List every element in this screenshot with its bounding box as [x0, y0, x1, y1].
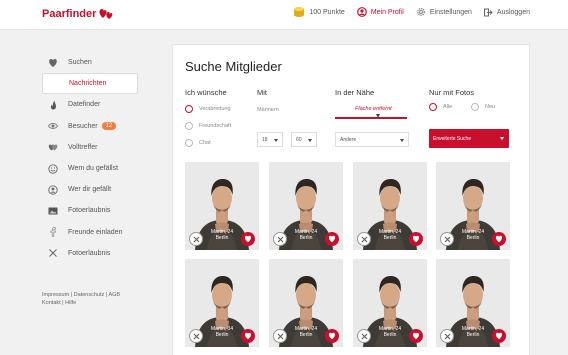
- sidebar-item-datefinder[interactable]: Datefinder: [42, 94, 138, 115]
- heart-icon: [412, 235, 420, 243]
- member-card[interactable]: Martin, 24 Berlin: [436, 162, 510, 250]
- footer-links-line2[interactable]: Kontakt | Hilfe: [42, 299, 142, 307]
- radio-dot[interactable]: [471, 103, 479, 111]
- chevron-down-icon: [308, 139, 312, 142]
- filter-mit-label: Mit: [257, 88, 267, 97]
- heart-icon: [49, 58, 57, 67]
- like-button[interactable]: [492, 232, 506, 246]
- like-button[interactable]: [241, 232, 255, 246]
- logout-icon: [483, 8, 493, 16]
- x-icon: [49, 249, 57, 258]
- logout-link[interactable]: Ausloggen: [483, 8, 530, 17]
- logo-text[interactable]: Paarfinder: [42, 8, 96, 20]
- settings-label: Einstellungen: [429, 8, 472, 16]
- member-card[interactable]: Martin, 24 Berlin: [353, 162, 427, 250]
- heart-icon: [244, 332, 252, 340]
- page-title: Suche Mitglieder: [185, 59, 282, 74]
- member-card[interactable]: Martin, 24 Berlin: [353, 259, 427, 347]
- radio-verabredung[interactable]: Verabredung: [185, 105, 231, 113]
- heart-icon: [495, 332, 503, 340]
- image-icon: [48, 207, 58, 215]
- member-card[interactable]: Martin, 24 Berlin: [436, 259, 510, 347]
- profile-link[interactable]: Mein Profil: [356, 7, 404, 17]
- radio-neu[interactable]: Neu: [471, 103, 495, 111]
- chevron-down-icon: [400, 139, 404, 142]
- like-button[interactable]: [409, 329, 423, 343]
- heart-icon: [244, 235, 252, 243]
- coins-icon: [294, 7, 305, 17]
- sidebar-item-freunde-einladen[interactable]: Freunde einladen: [42, 222, 138, 243]
- user-circle-icon: [356, 7, 367, 17]
- sidebar: Suchen Nachrichten Datefinder Besucher 1…: [42, 52, 138, 264]
- sidebar-item-wem-du-gefaellst[interactable]: Wem du gefällst: [42, 158, 138, 179]
- chevron-down-icon: [500, 137, 504, 140]
- footer-links-line1[interactable]: Impressum | Datenschutz | AGB: [42, 291, 142, 299]
- heart-icon: [328, 235, 336, 243]
- visitor-count-badge: 12: [101, 122, 117, 131]
- age-to-select[interactable]: 60: [291, 132, 317, 147]
- sidebar-item-fotoerlaubnis-2[interactable]: Fotoerlaubnis: [42, 243, 138, 264]
- like-button[interactable]: [492, 329, 506, 343]
- sidebar-item-wer-dir-gefaellt[interactable]: Wer dir gefällt: [42, 179, 138, 200]
- top-nav: 100 Punkte Mein Profil Einstellungen Aus…: [281, 6, 530, 18]
- radio-dot[interactable]: [185, 139, 193, 147]
- like-button[interactable]: [409, 232, 423, 246]
- sidebar-item-suchen[interactable]: Suchen: [42, 52, 138, 73]
- radio-freundschaft[interactable]: Freundschaft: [185, 122, 231, 130]
- sidebar-item-nachrichten[interactable]: Nachrichten: [42, 73, 138, 95]
- heart-icon: [328, 332, 336, 340]
- member-card[interactable]: Martin, 34 Berlin: [185, 259, 259, 347]
- member-card[interactable]: Martin, 24 Berlin: [269, 162, 343, 250]
- member-card[interactable]: Martin, 24 Berlin: [185, 162, 259, 250]
- logo[interactable]: Paarfinder: [42, 8, 113, 20]
- location-select[interactable]: Andere: [335, 132, 409, 147]
- profile-label: Mein Profil: [370, 8, 404, 16]
- age-from-select[interactable]: 18: [257, 132, 283, 147]
- top-bar: Paarfinder 100 Punkte Mein Profil Einste…: [0, 0, 568, 30]
- like-button[interactable]: [325, 329, 339, 343]
- flame-icon: [50, 100, 56, 110]
- like-button[interactable]: [241, 329, 255, 343]
- sidebar-item-volltreffer[interactable]: Volltreffer: [42, 137, 138, 158]
- footer-links: Impressum | Datenschutz | AGB Kontakt | …: [42, 291, 142, 307]
- gender-value[interactable]: Männern: [257, 107, 279, 113]
- eye-icon: [48, 123, 58, 130]
- user-icon: [48, 185, 58, 195]
- radio-dot[interactable]: [185, 122, 193, 130]
- empty-icon: [49, 79, 59, 89]
- filter-naehe-label: In der Nähe: [335, 88, 375, 97]
- filter-fotos-label: Nur mit Fotos: [429, 88, 475, 97]
- logout-label: Ausloggen: [496, 8, 530, 16]
- double-heart-icon: [48, 144, 58, 151]
- settings-link[interactable]: Einstellungen: [416, 7, 472, 17]
- radio-dot[interactable]: [185, 105, 193, 113]
- gear-icon: [416, 8, 425, 16]
- heart-icon: [495, 235, 503, 243]
- radio-chat[interactable]: Chat: [185, 139, 211, 147]
- distance-text: Fläche entfernt: [355, 106, 392, 112]
- like-button[interactable]: [325, 232, 339, 246]
- facebook-icon: [50, 227, 56, 237]
- points-label: 100 Punkte: [309, 8, 345, 16]
- radio-dot[interactable]: [429, 103, 437, 111]
- sidebar-item-besucher[interactable]: Besucher 12: [42, 116, 138, 137]
- smile-icon: [48, 163, 58, 174]
- heart-icon: [412, 332, 420, 340]
- member-card[interactable]: Martin, 24 Berlin: [269, 259, 343, 347]
- filter-wunsch-label: Ich wünsche: [185, 88, 227, 97]
- points-link[interactable]: 100 Punkte: [293, 6, 345, 18]
- distance-slider-track[interactable]: [335, 117, 407, 119]
- radio-alle[interactable]: Alle: [429, 103, 452, 111]
- extended-search-select[interactable]: Erweiterte Suche: [429, 129, 509, 148]
- sidebar-item-fotoerlaubnis[interactable]: Fotoerlaubnis: [42, 200, 138, 221]
- distance-slider-thumb[interactable]: [375, 114, 380, 118]
- logo-hearts-icon: [99, 9, 113, 19]
- chevron-down-icon: [274, 139, 278, 142]
- search-panel: Suche Mitglieder Ich wünsche Verabredung…: [172, 44, 530, 355]
